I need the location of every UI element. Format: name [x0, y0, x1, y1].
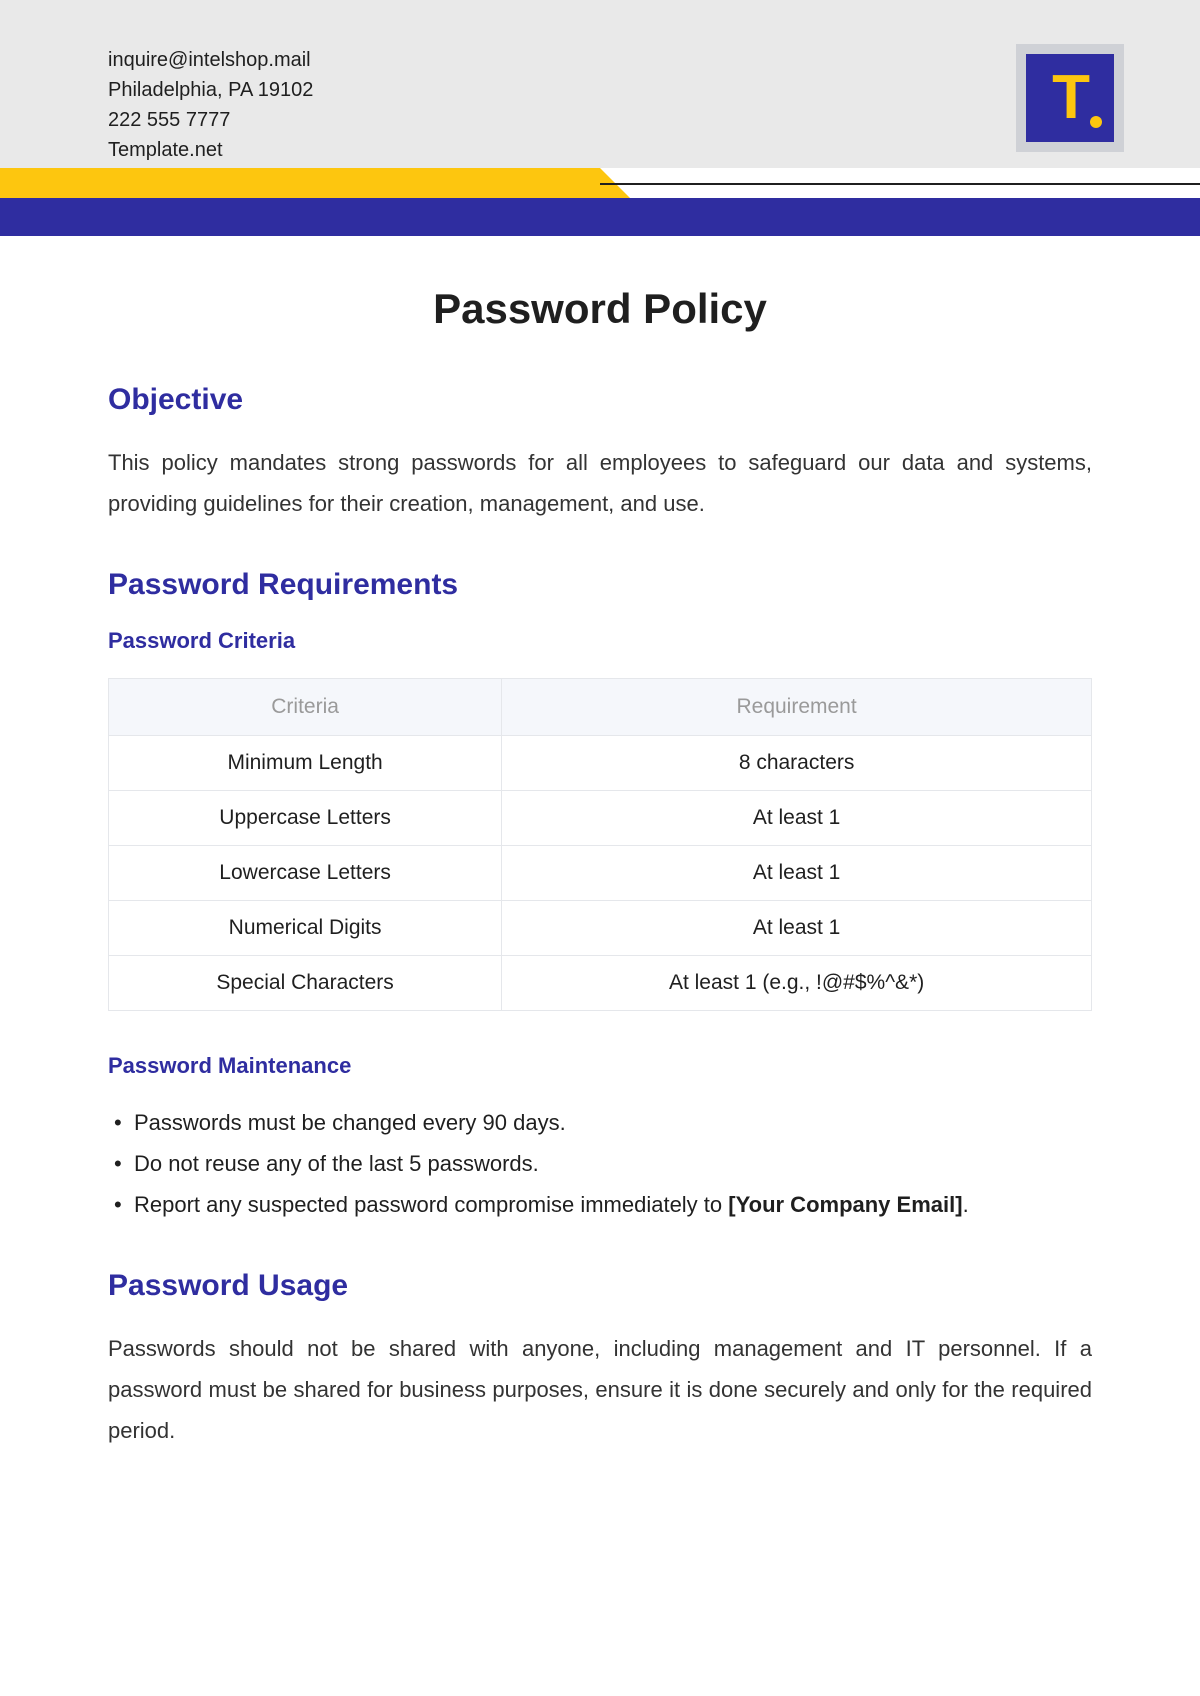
stripe-blue	[0, 198, 1200, 236]
contact-site: Template.net	[108, 135, 313, 165]
stripe-yellow	[0, 168, 600, 198]
contact-address: Philadelphia, PA 19102	[108, 75, 313, 105]
criteria-table: Criteria Requirement Minimum Length 8 ch…	[108, 678, 1092, 1011]
list-item: Report any suspected password compromise…	[112, 1185, 1092, 1226]
page-title: Password Policy	[108, 285, 1092, 333]
table-row: Minimum Length 8 characters	[109, 736, 1092, 791]
table-header-cell: Requirement	[502, 679, 1092, 736]
header-band: inquire@intelshop.mail Philadelphia, PA …	[0, 0, 1200, 168]
objective-text: This policy mandates strong passwords fo…	[108, 443, 1092, 524]
list-item: Passwords must be changed every 90 days.	[112, 1103, 1092, 1144]
logo-box: T	[1016, 44, 1124, 152]
table-header-cell: Criteria	[109, 679, 502, 736]
table-cell: At least 1	[502, 901, 1092, 956]
heading-criteria: Password Criteria	[108, 628, 1092, 654]
logo-icon: T	[1026, 54, 1114, 142]
table-cell: Special Characters	[109, 956, 502, 1011]
table-cell: At least 1	[502, 791, 1092, 846]
stripe-line	[600, 183, 1200, 185]
heading-maintenance: Password Maintenance	[108, 1053, 1092, 1079]
table-row: Uppercase Letters At least 1	[109, 791, 1092, 846]
maintenance-list: Passwords must be changed every 90 days.…	[108, 1103, 1092, 1225]
heading-objective: Objective	[108, 383, 1092, 417]
table-cell: Numerical Digits	[109, 901, 502, 956]
logo-letter: T	[1052, 67, 1088, 129]
table-cell: Minimum Length	[109, 736, 502, 791]
table-cell: Lowercase Letters	[109, 846, 502, 901]
table-cell: At least 1 (e.g., !@#$%^&*)	[502, 956, 1092, 1011]
table-cell: Uppercase Letters	[109, 791, 502, 846]
contact-email: inquire@intelshop.mail	[108, 45, 313, 75]
table-row: Numerical Digits At least 1	[109, 901, 1092, 956]
table-header-row: Criteria Requirement	[109, 679, 1092, 736]
table-cell: 8 characters	[502, 736, 1092, 791]
document-content: Password Policy Objective This policy ma…	[108, 285, 1092, 1452]
list-item: Do not reuse any of the last 5 passwords…	[112, 1144, 1092, 1185]
heading-requirements: Password Requirements	[108, 568, 1092, 602]
table-row: Special Characters At least 1 (e.g., !@#…	[109, 956, 1092, 1011]
heading-usage: Password Usage	[108, 1269, 1092, 1303]
table-cell: At least 1	[502, 846, 1092, 901]
table-row: Lowercase Letters At least 1	[109, 846, 1092, 901]
contact-phone: 222 555 7777	[108, 105, 313, 135]
usage-text: Passwords should not be shared with anyo…	[108, 1329, 1092, 1451]
logo-dot-icon	[1090, 116, 1102, 128]
contact-block: inquire@intelshop.mail Philadelphia, PA …	[108, 45, 313, 165]
